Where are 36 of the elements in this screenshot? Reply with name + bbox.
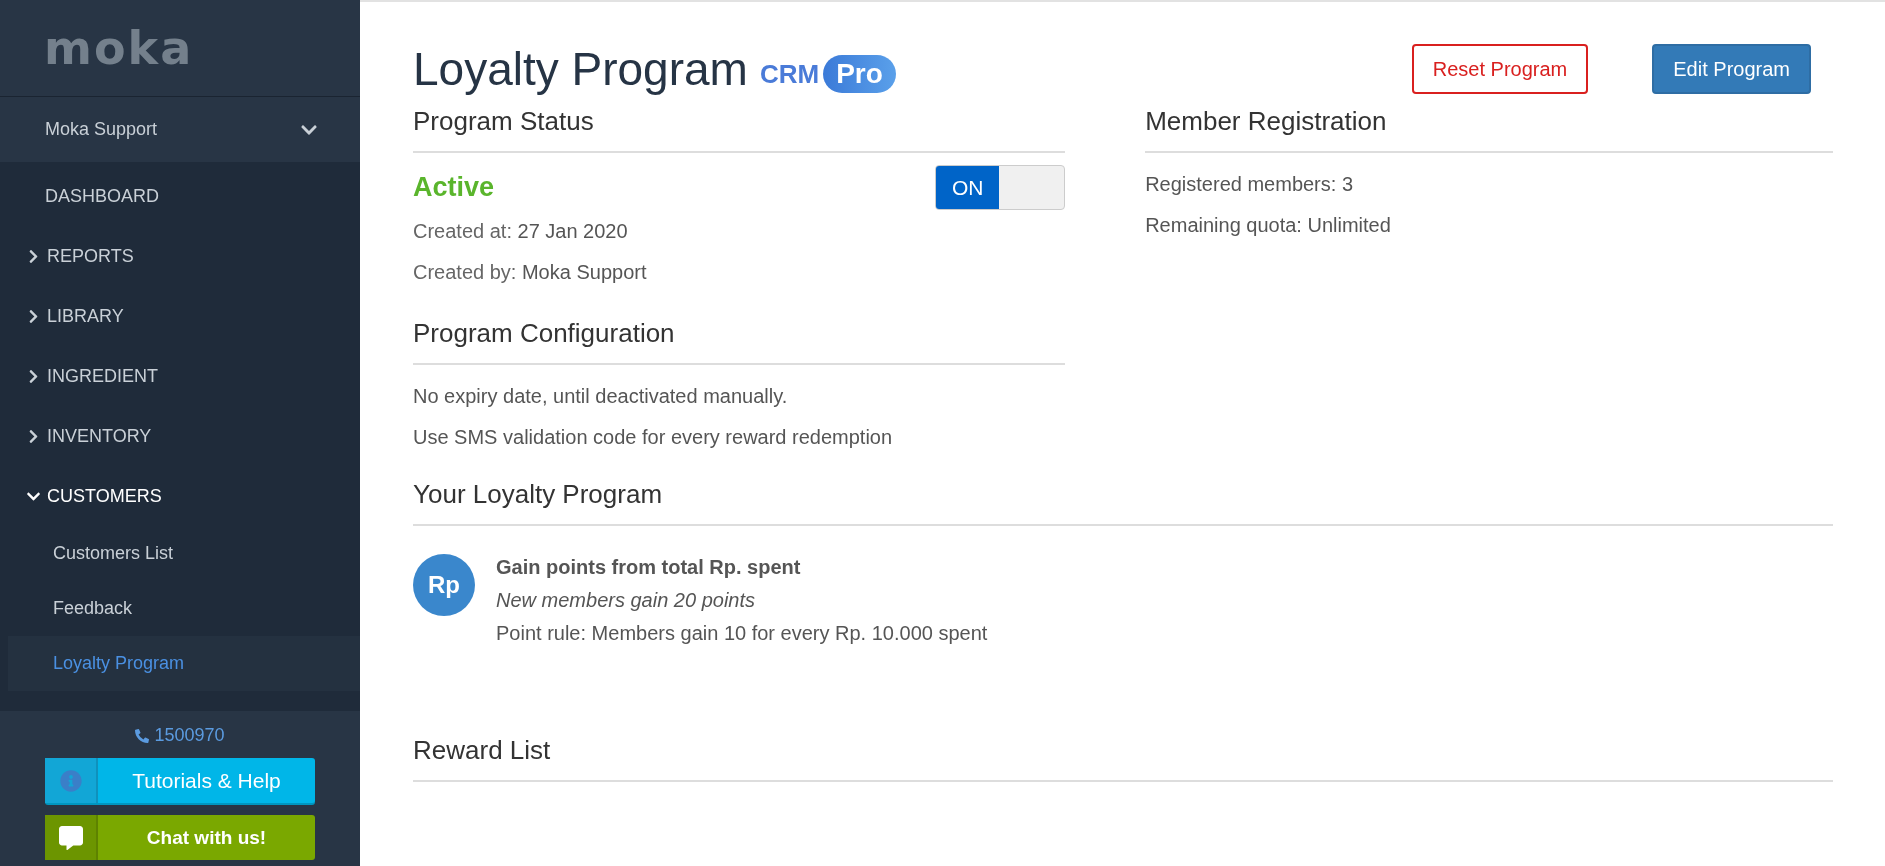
nav-item[interactable]: LIBRARY <box>0 286 360 346</box>
status-toggle[interactable]: ON <box>935 165 1066 210</box>
pro-badge: Pro <box>823 55 896 93</box>
registration-text: Remaining quota: Unlimited <box>1145 214 1392 237</box>
reset-button[interactable]: Reset Program <box>1411 44 1589 94</box>
page-title: Loyalty Program <box>413 42 748 96</box>
point-rule-text: Point rule: Members gain 10 for every Rp. 10.000 spent <box>496 622 988 645</box>
nav-item[interactable]: DASHBOARD <box>0 166 360 226</box>
chat-icon <box>58 825 83 850</box>
info-icon <box>59 769 82 792</box>
edit-button[interactable]: Edit Program <box>1652 44 1811 94</box>
config-text: Use SMS validation code for every reward redemption <box>413 426 894 449</box>
section-heading: Reward List <box>413 735 1833 782</box>
crm-label: CRM <box>759 58 820 90</box>
section-heading: Your Loyalty Program <box>413 479 1833 526</box>
nav-subitem[interactable]: Loyalty Program <box>8 636 360 691</box>
config-text: No expiry date, until deactivated manually. <box>413 385 789 408</box>
detail-text: Created at: 27 Jan 2020 <box>413 220 629 243</box>
detail-text: Created by: Moka Support <box>413 261 648 284</box>
nav-item[interactable]: CUSTOMERS <box>0 466 360 526</box>
program-title: Gain points from total Rp. spent <box>496 556 802 579</box>
nav-item[interactable]: REPORTS <box>0 226 360 286</box>
nav-item[interactable]: INVENTORY <box>0 406 360 466</box>
section-heading: Program Configuration <box>413 318 1066 365</box>
nav-item[interactable]: INGREDIENT <box>0 346 360 406</box>
section-heading: Member Registration <box>1145 106 1833 153</box>
section-heading: Program Status <box>413 106 1066 153</box>
status-label: Active <box>413 172 495 203</box>
nav-subitem[interactable]: Customers List <box>8 526 360 581</box>
registration-text: Registered members: 3 <box>1145 173 1355 196</box>
phone-icon <box>135 728 150 743</box>
phone-number[interactable]: 1500970 <box>135 725 225 746</box>
nav-subitem[interactable]: Feedback <box>8 581 360 636</box>
account-menu[interactable]: Moka Support <box>0 97 360 162</box>
program-subtitle: New members gain 20 points <box>496 589 756 612</box>
currency-avatar: Rp <box>413 554 475 616</box>
